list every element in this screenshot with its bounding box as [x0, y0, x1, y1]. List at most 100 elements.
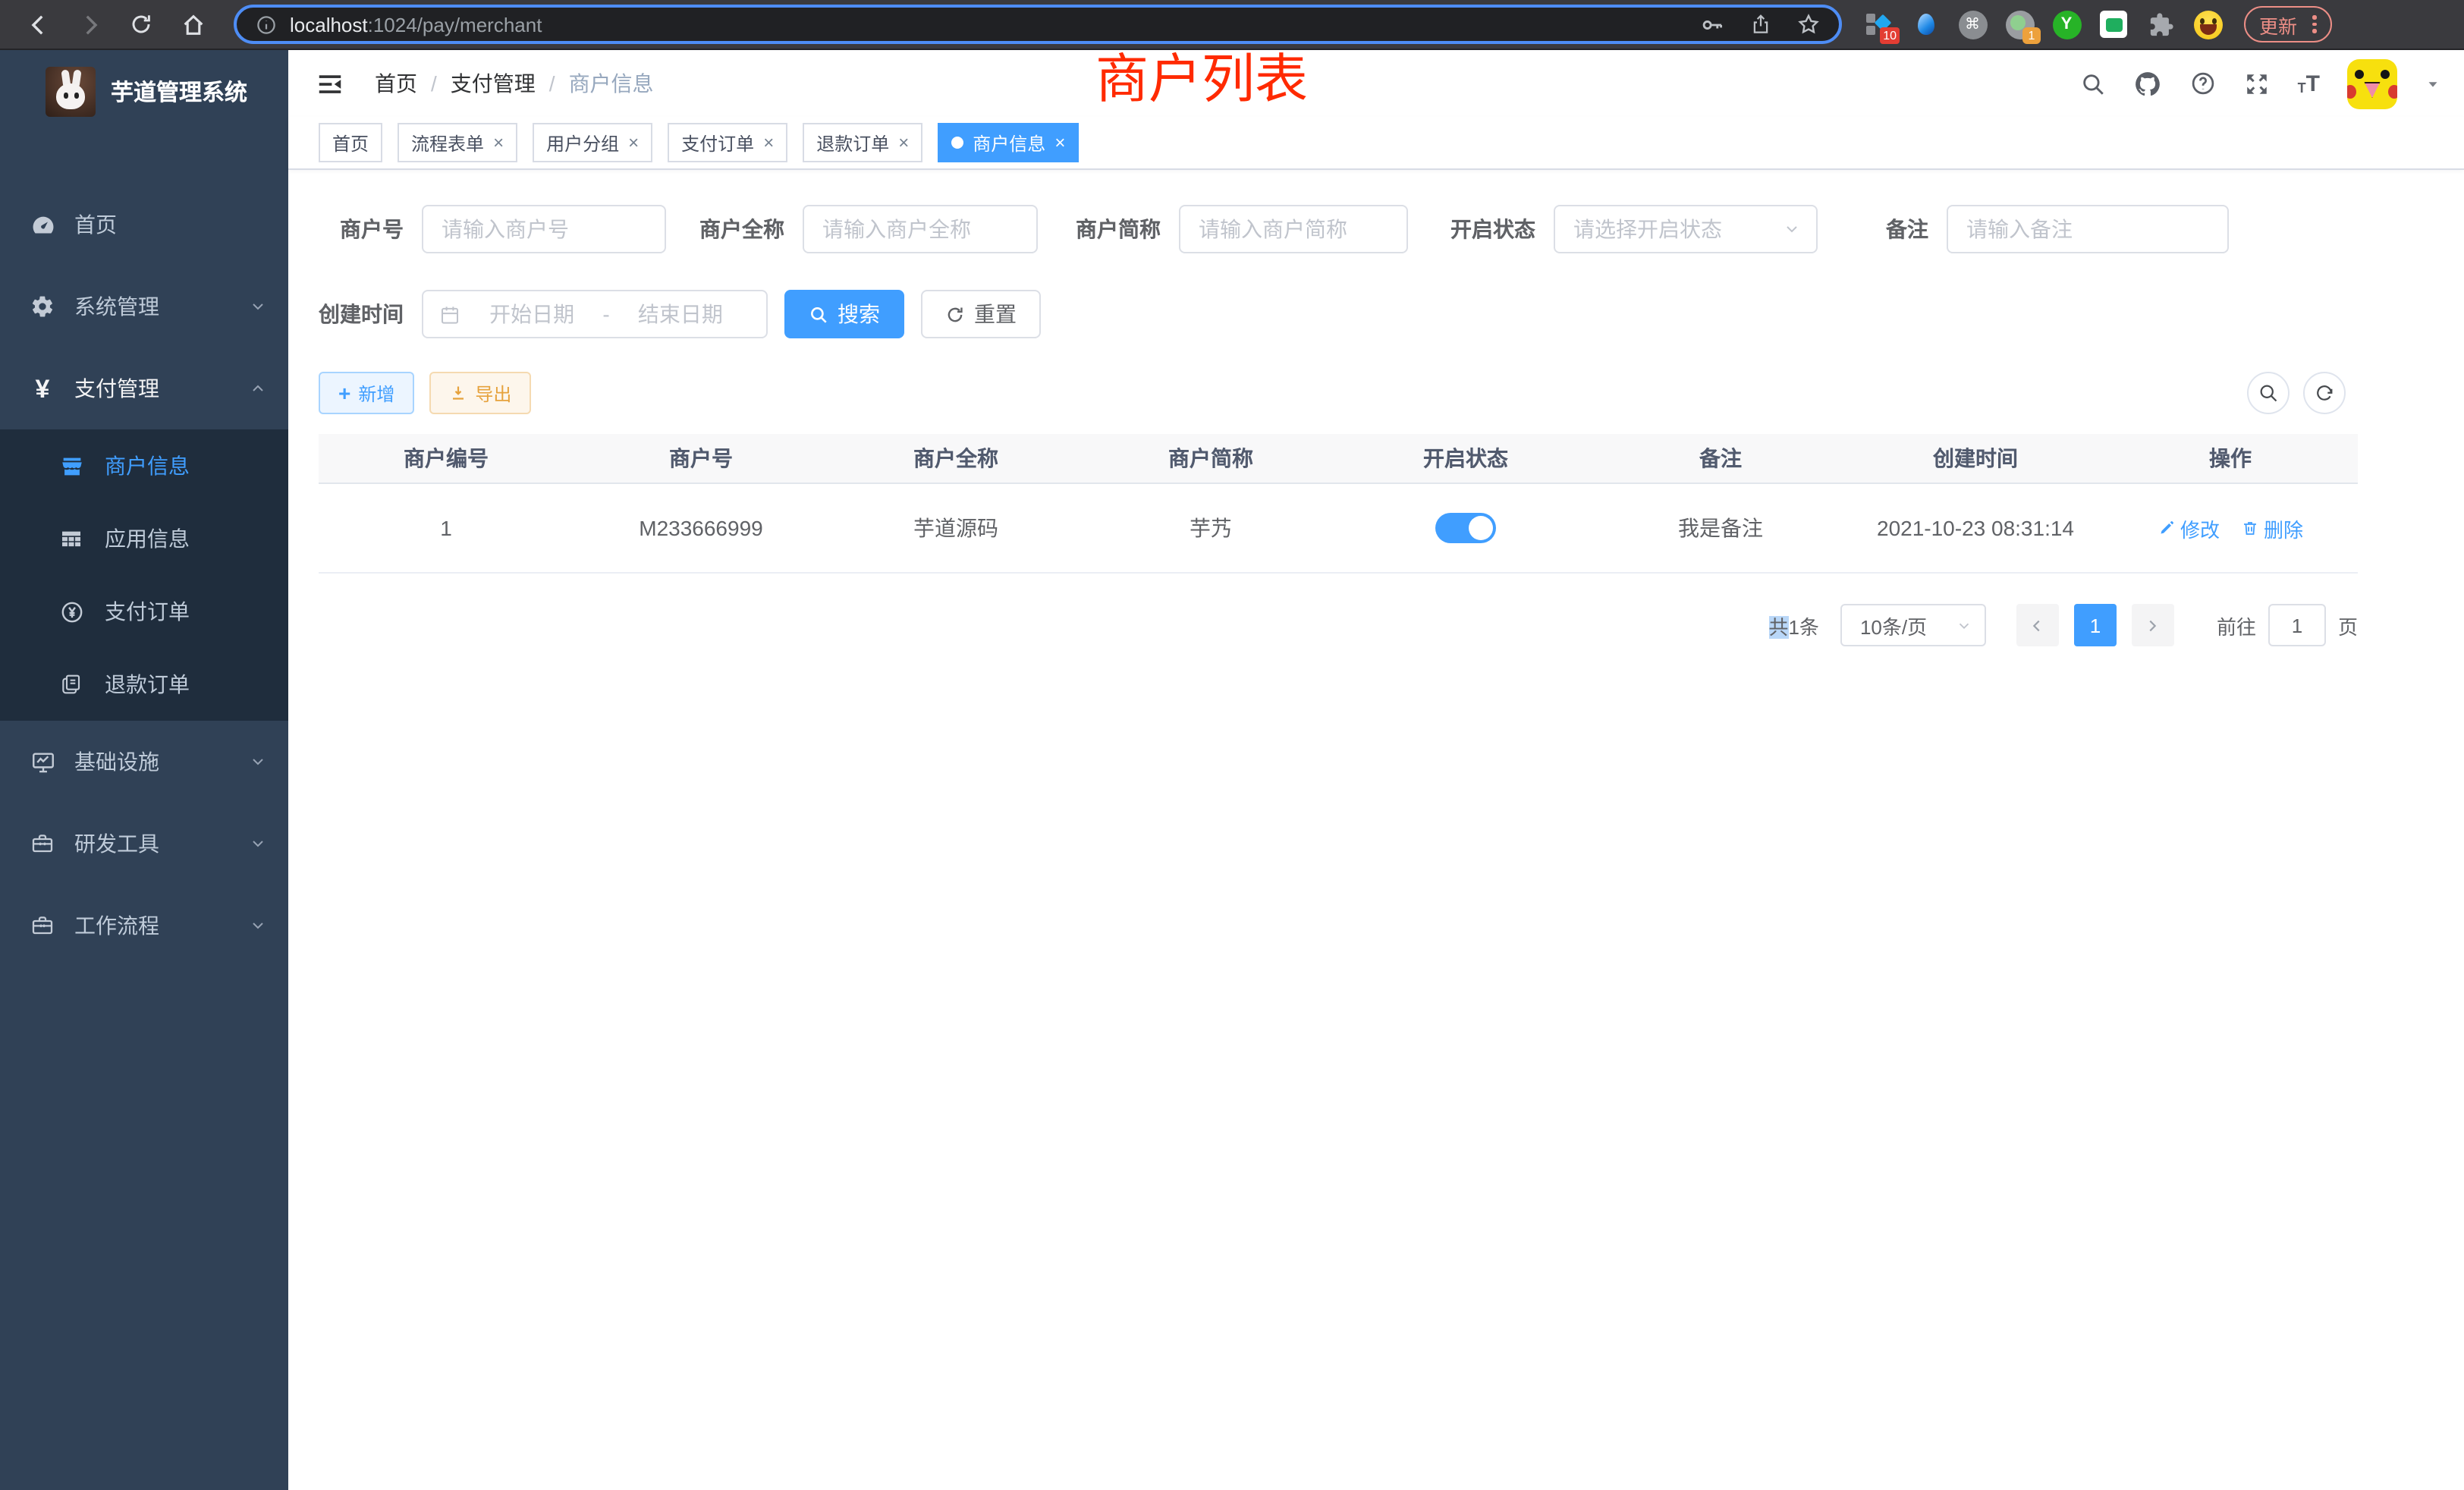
tab-user-group[interactable]: 用户分组× — [533, 123, 652, 162]
sidebar-item-dev-tools[interactable]: 研发工具 — [0, 803, 288, 885]
breadcrumb-home[interactable]: 首页 — [375, 68, 417, 99]
site-info-icon[interactable] — [255, 13, 278, 36]
cell-full-name: 芋道源码 — [828, 513, 1083, 543]
remark-input[interactable] — [1947, 205, 2229, 253]
tab-refund-order[interactable]: 退款订单× — [803, 123, 922, 162]
password-key-icon[interactable] — [1699, 11, 1725, 37]
delete-link[interactable]: 删除 — [2241, 514, 2303, 542]
page-content: 商户号 商户全称 商户简称 开启状态 请选择开启状态 备注 — [288, 170, 2464, 1490]
sidebar-item-refund-order[interactable]: 退款订单 — [0, 648, 288, 721]
cell-short-name: 芋艿 — [1083, 513, 1338, 543]
status-select[interactable]: 请选择开启状态 — [1554, 205, 1818, 253]
help-icon[interactable] — [2190, 70, 2217, 97]
logo-avatar — [46, 67, 96, 117]
next-page-button[interactable] — [2132, 604, 2174, 646]
font-size-icon[interactable]: TT — [2298, 72, 2320, 95]
extension-y-icon[interactable]: Y — [2051, 9, 2082, 39]
extension-badge: 10 — [1880, 27, 1900, 44]
short-name-label: 商户简称 — [1076, 214, 1161, 244]
chevron-down-icon — [1783, 220, 1801, 238]
toggle-search-button[interactable] — [2247, 372, 2290, 414]
extension-chat-icon[interactable] — [2098, 9, 2129, 39]
github-icon[interactable] — [2134, 69, 2163, 98]
tab-process-form[interactable]: 流程表单× — [398, 123, 517, 162]
tab-merchant-info[interactable]: 商户信息× — [938, 123, 1079, 162]
browser-reload-button[interactable] — [115, 5, 167, 44]
plus-icon: + — [338, 382, 350, 404]
page-unit-label: 页 — [2338, 611, 2358, 640]
fullscreen-icon[interactable] — [2245, 71, 2271, 96]
user-avatar[interactable] — [2347, 58, 2397, 108]
sidebar-item-pay-order[interactable]: 支付订单 — [0, 575, 288, 648]
sidebar-item-workflow[interactable]: 工作流程 — [0, 885, 288, 967]
breadcrumb-pay[interactable]: 支付管理 — [451, 68, 536, 99]
update-label: 更新 — [2259, 10, 2297, 39]
browser-back-button[interactable] — [12, 5, 64, 44]
browser-update-menu-button[interactable]: 更新 — [2244, 6, 2331, 42]
app-logo[interactable]: 芋道管理系统 — [0, 50, 288, 134]
page-number-1[interactable]: 1 — [2074, 604, 2117, 646]
extension-balloon-icon[interactable] — [1910, 9, 1941, 39]
extension-blocks-icon[interactable]: 10 — [1863, 9, 1894, 39]
search-button[interactable]: 搜索 — [784, 290, 904, 338]
date-range-picker[interactable]: 开始日期 - 结束日期 — [422, 290, 768, 338]
short-name-input[interactable] — [1179, 205, 1408, 253]
end-date-placeholder[interactable]: 结束日期 — [610, 299, 751, 329]
extensions-puzzle-icon[interactable] — [2145, 9, 2176, 39]
close-icon[interactable]: × — [1054, 134, 1065, 152]
close-icon[interactable]: × — [628, 134, 639, 152]
table-header: 商户编号 商户号 商户全称 商户简称 开启状态 备注 创建时间 操作 — [319, 434, 2358, 484]
briefcase-icon — [26, 913, 59, 938]
extension-command-icon[interactable]: ⌘ — [1957, 9, 1988, 39]
search-icon — [809, 304, 828, 324]
sidebar-item-infra[interactable]: 基础设施 — [0, 721, 288, 803]
reset-button[interactable]: 重置 — [921, 290, 1041, 338]
table-row: 1 M233666999 芋道源码 芋艿 我是备注 2021-10-23 08:… — [319, 484, 2358, 574]
cell-merchant-no: M233666999 — [574, 516, 828, 540]
cell-index: 1 — [319, 516, 574, 540]
sidebar-item-pay[interactable]: ¥ 支付管理 — [0, 347, 288, 429]
refresh-table-button[interactable] — [2303, 372, 2346, 414]
chevron-down-icon — [1956, 617, 1972, 633]
sidebar-collapse-button[interactable] — [311, 69, 347, 98]
start-date-placeholder[interactable]: 开始日期 — [461, 299, 602, 329]
toolbox-icon — [26, 831, 59, 856]
bookmark-star-icon[interactable] — [1796, 12, 1821, 36]
browser-forward-button[interactable] — [64, 5, 115, 44]
browser-home-button[interactable] — [167, 5, 218, 44]
store-icon — [56, 453, 86, 479]
page-size-select[interactable]: 10条/页 — [1840, 604, 1986, 646]
chevron-up-icon — [249, 379, 267, 398]
sidebar-item-system[interactable]: 系统管理 — [0, 266, 288, 347]
app-title: 芋道管理系统 — [111, 76, 247, 108]
trash-icon — [2241, 519, 2259, 537]
close-icon[interactable]: × — [763, 134, 774, 152]
close-icon[interactable]: × — [493, 134, 504, 152]
top-navbar: 首页 / 支付管理 / 商户信息 — [288, 50, 2464, 117]
merchant-no-input[interactable] — [422, 205, 666, 253]
full-name-input[interactable] — [803, 205, 1038, 253]
sidebar-item-app-info[interactable]: 应用信息 — [0, 502, 288, 575]
goto-label: 前往 — [2217, 611, 2256, 640]
sidebar-item-merchant-info[interactable]: 商户信息 — [0, 429, 288, 502]
sidebar-item-home[interactable]: 首页 — [0, 184, 288, 266]
goto-page-input[interactable] — [2268, 604, 2326, 646]
browser-profile-avatar[interactable] — [2192, 9, 2223, 39]
calendar-icon — [438, 303, 461, 325]
header-search-icon[interactable] — [2081, 71, 2107, 96]
tab-home[interactable]: 首页 — [319, 123, 382, 162]
share-icon[interactable] — [1749, 12, 1772, 36]
close-icon[interactable]: × — [898, 134, 909, 152]
export-button[interactable]: 导出 — [429, 372, 531, 414]
toolbar-row: + 新增 导出 — [319, 372, 2434, 414]
url-text: localhost:1024/pay/merchant — [290, 13, 542, 36]
tab-pay-order[interactable]: 支付订单× — [668, 123, 787, 162]
status-toggle[interactable] — [1435, 513, 1496, 543]
add-button[interactable]: + 新增 — [319, 372, 414, 414]
address-bar[interactable]: localhost:1024/pay/merchant — [234, 5, 1842, 44]
prev-page-button[interactable] — [2016, 604, 2059, 646]
edit-link[interactable]: 修改 — [2158, 514, 2220, 542]
browser-toolbar: localhost:1024/pay/merchant 10 — [0, 0, 2464, 50]
extension-recorder-icon[interactable]: 1 — [2004, 9, 2035, 39]
avatar-caret-down-icon[interactable] — [2425, 75, 2441, 92]
